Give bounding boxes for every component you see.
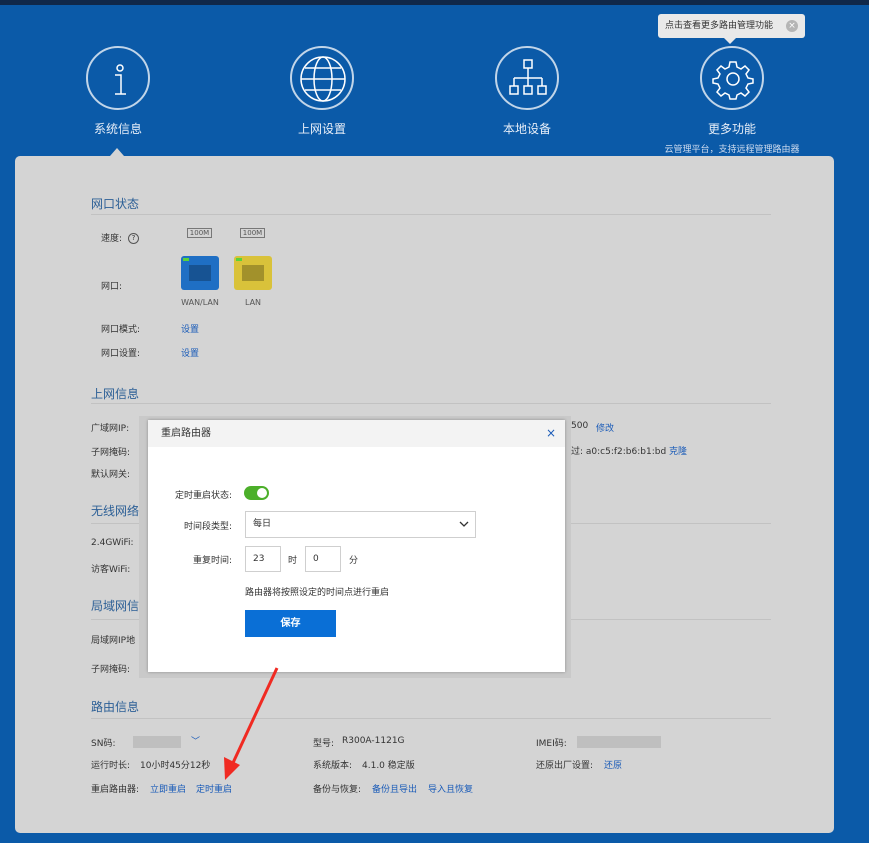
hour-input[interactable]: 23	[245, 546, 281, 572]
reboot-now-link[interactable]: 立即重启	[150, 782, 186, 795]
wan-port-icon	[181, 256, 219, 290]
hour-unit: 时	[288, 556, 298, 566]
gear-icon	[700, 46, 764, 110]
period-type-label: 时间段类型:	[183, 522, 232, 532]
save-button[interactable]: 保存	[245, 610, 336, 637]
schedule-status-label: 定时重启状态:	[174, 491, 232, 501]
section-title-wireless: 无线网络	[91, 504, 140, 518]
top-strip	[0, 0, 869, 5]
backup-label: 备份与恢复:	[313, 785, 362, 795]
section-title-router: 路由信息	[91, 700, 140, 714]
nav-label: 更多功能	[707, 122, 756, 136]
wifi24-label: 2.4GWiFi:	[91, 538, 134, 548]
wan-mask-label: 子网掩码:	[91, 448, 131, 458]
imei-value-redacted	[577, 736, 661, 748]
port-speed-badge: 100M	[240, 228, 265, 238]
mtu-value: 500	[571, 421, 589, 431]
close-icon[interactable]: ×	[546, 427, 556, 439]
version-value: 4.1.0 稳定版	[362, 761, 415, 771]
uptime-value: 10小时45分12秒	[140, 761, 211, 771]
nav-sub-label: 云管理平台，支持远程管理路由器	[664, 145, 800, 155]
repeat-time-label: 重复时间:	[192, 556, 232, 566]
backup-export-link[interactable]: 备份且导出	[372, 782, 417, 795]
schedule-status-toggle[interactable]	[244, 486, 269, 500]
minute-unit: 分	[349, 556, 359, 566]
nav-system-info[interactable]: 系统信息	[48, 46, 188, 137]
sn-label: SN码:	[91, 739, 116, 749]
imei-label: IMEI码:	[536, 739, 567, 749]
nav-internet-settings[interactable]: 上网设置	[252, 46, 392, 137]
port-label: 网口:	[101, 282, 123, 292]
version-label: 系统版本:	[313, 761, 353, 771]
tooltip-close-icon[interactable]: ×	[786, 20, 798, 32]
lan-ip-label: 局域网IP地	[91, 636, 136, 646]
minute-input[interactable]: 0	[305, 546, 341, 572]
network-tree-icon	[495, 46, 559, 110]
model-value: R300A-1121G	[342, 736, 405, 746]
sn-expand-icon[interactable]: ﹀	[191, 734, 200, 747]
port-speed-badge: 100M	[187, 228, 212, 238]
port-mode-label: 网口模式:	[101, 325, 141, 335]
reboot-label: 重启路由器:	[91, 785, 140, 795]
speed-label: 速度:	[101, 234, 123, 244]
modal-title: 重启路由器	[148, 420, 565, 447]
divider	[91, 718, 771, 719]
backup-import-link[interactable]: 导入且恢复	[428, 782, 473, 795]
mac-value: 过: a0:c5:f2:b6:b1:bd	[571, 447, 667, 457]
globe-icon	[290, 46, 354, 110]
divider	[91, 214, 771, 215]
gateway-label: 默认网关:	[91, 470, 131, 480]
port-mode-settings-link[interactable]: 设置	[181, 322, 199, 335]
section-title-internet: 上网信息	[91, 387, 140, 401]
active-nav-caret	[110, 148, 124, 156]
tooltip-text: 点击查看更多路由管理功能	[665, 21, 774, 31]
help-icon[interactable]: ?	[127, 233, 139, 244]
reboot-hint: 路由器将按照设定的时间点进行重启	[245, 588, 390, 598]
more-features-tooltip: 点击查看更多路由管理功能 ×	[658, 14, 805, 44]
speed-row: 速度: ?	[101, 231, 139, 244]
chevron-down-icon	[459, 521, 469, 527]
nav-more-features[interactable]: 更多功能 云管理平台，支持远程管理路由器	[662, 46, 802, 155]
mac-clone-link[interactable]: 克隆	[669, 444, 687, 457]
nav-local-devices[interactable]: 本地设备	[457, 46, 597, 137]
factory-reset-link[interactable]: 还原	[604, 758, 622, 771]
nav-label: 本地设备	[502, 122, 551, 136]
port-name: WAN/LAN	[181, 298, 219, 307]
port-settings-label: 网口设置:	[101, 349, 141, 359]
guest-wifi-label: 访客WiFi:	[91, 565, 131, 575]
model-label: 型号:	[313, 739, 335, 749]
mtu-modify-link[interactable]: 修改	[596, 421, 614, 434]
nav-label: 系统信息	[93, 122, 142, 136]
reboot-modal: 重启路由器 × 定时重启状态: 时间段类型: 每日 重复时间: 23 时 0 分…	[148, 420, 565, 672]
nav-label: 上网设置	[297, 122, 346, 136]
lan-port-icon	[234, 256, 272, 290]
sn-value-redacted	[133, 736, 181, 748]
info-icon	[86, 46, 150, 110]
port-settings-link[interactable]: 设置	[181, 346, 199, 359]
wan-ip-label: 广域网IP:	[91, 424, 130, 434]
divider	[91, 403, 771, 404]
lan-mask-label: 子网掩码:	[91, 665, 131, 675]
factory-reset-label: 还原出厂设置:	[536, 761, 594, 771]
port-name: LAN	[244, 298, 262, 307]
uptime-label: 运行时长:	[91, 761, 131, 771]
period-type-select[interactable]: 每日	[245, 511, 476, 538]
period-type-value: 每日	[253, 519, 272, 529]
section-title-port-status: 网口状态	[91, 197, 140, 211]
scheduled-reboot-link[interactable]: 定时重启	[196, 782, 232, 795]
